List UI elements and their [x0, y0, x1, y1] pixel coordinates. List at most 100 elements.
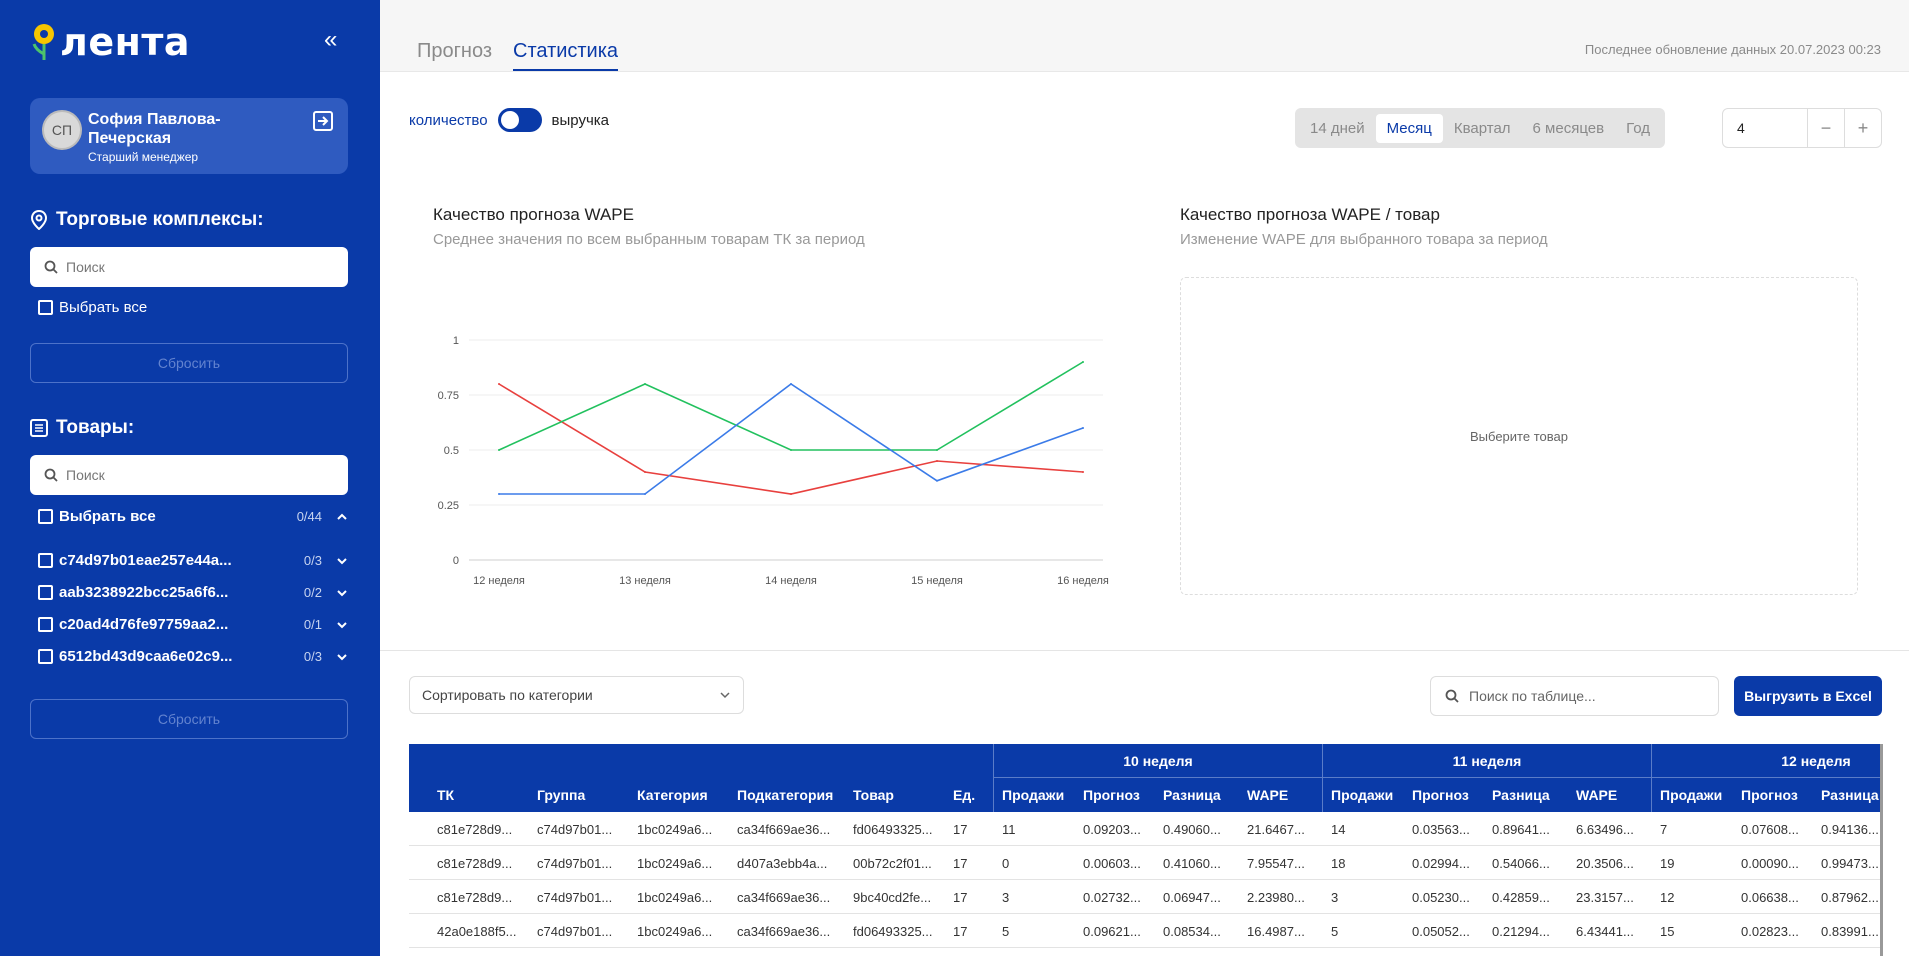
col-header-diff[interactable]: Разница [1492, 787, 1550, 803]
y-tick-label: 0.75 [438, 390, 459, 402]
col-header-diff[interactable]: Разница [1163, 787, 1221, 803]
series-1-point[interactable] [936, 449, 938, 451]
col-header-forecast[interactable]: Прогноз [1741, 787, 1798, 803]
col-header-sales[interactable]: Продажи [1331, 787, 1393, 803]
products-select-all[interactable]: Выбрать все 0/44 [38, 508, 348, 525]
table-row[interactable]: c81e728d9... c74d97b01... 1bc0249a6... d407… [409, 846, 1882, 880]
user-name: София Павлова-Печерская [88, 111, 221, 147]
product-group-item[interactable]: c74d97b01eae257e44a... 0/3 [38, 552, 348, 569]
stores-select-all[interactable]: Выбрать все [38, 299, 147, 316]
stepper-minus-button[interactable]: − [1807, 109, 1844, 147]
product-group-item[interactable]: 6512bd43d9caa6e02c9... 0/3 [38, 648, 348, 665]
col-header-sales[interactable]: Продажи [1660, 787, 1722, 803]
series-1-point[interactable] [790, 449, 792, 451]
col-header-wape[interactable]: WAPE [1576, 787, 1617, 803]
period-6-months[interactable]: 6 месяцев [1522, 114, 1616, 143]
metric-toggle-switch[interactable] [497, 108, 542, 132]
sort-select[interactable]: Сортировать по категории [409, 676, 744, 714]
sunflower-logo-icon [32, 24, 54, 60]
stepper-value[interactable]: 4 [1723, 120, 1807, 136]
table-scrollbar[interactable] [1880, 744, 1883, 956]
col-header-sales[interactable]: Продажи [1002, 787, 1064, 803]
table-header: ТК Группа Категория Подкатегория Товар Е… [409, 744, 1882, 812]
period-14-days[interactable]: 14 дней [1299, 114, 1376, 143]
product-group-checkbox[interactable] [38, 553, 53, 568]
series-2-point[interactable] [790, 383, 792, 385]
series-0-point[interactable] [498, 383, 500, 385]
chevron-up-icon[interactable] [336, 511, 348, 523]
stores-search-input[interactable] [66, 259, 326, 275]
products-search-box[interactable] [30, 455, 348, 495]
series-line-0[interactable] [498, 383, 1084, 495]
lenta-logo[interactable]: лента [30, 20, 190, 64]
table-cell: 0 [1002, 856, 1010, 871]
product-group-checkbox[interactable] [38, 585, 53, 600]
products-reset-button[interactable]: Сбросить [30, 699, 348, 739]
col-header-wape[interactable]: WAPE [1247, 787, 1288, 803]
products-search-input[interactable] [66, 467, 326, 483]
x-tick-label: 12 неделя [473, 575, 525, 587]
series-2-point[interactable] [498, 493, 500, 495]
series-2-point[interactable] [936, 479, 938, 482]
chevron-down-icon[interactable] [336, 555, 348, 567]
table-cell: d407a3ebb4a... [737, 856, 828, 871]
tab-statistics[interactable]: Статистика [513, 40, 619, 71]
logout-icon[interactable] [312, 110, 334, 132]
series-1-point[interactable] [498, 449, 500, 451]
series-line-2[interactable] [499, 383, 1084, 495]
col-header-category[interactable]: Категория [637, 787, 708, 803]
collapse-sidebar-icon[interactable]: « [324, 26, 337, 54]
series-1-point[interactable] [644, 383, 646, 385]
product-group-item[interactable]: c20ad4d76fe97759aa2... 0/1 [38, 616, 348, 633]
stepper-plus-button[interactable]: + [1844, 109, 1881, 147]
product-group-checkbox[interactable] [38, 617, 53, 632]
table-search-input[interactable] [1469, 688, 1699, 704]
col-header-diff[interactable]: Разница [1821, 787, 1879, 803]
series-0-point[interactable] [936, 460, 938, 462]
table-cell: 9bc40cd2fe... [853, 890, 932, 905]
table-search-box[interactable] [1430, 676, 1719, 716]
period-month[interactable]: Месяц [1375, 113, 1443, 143]
chevron-down-icon[interactable] [336, 587, 348, 599]
week-header-10: 10 неделя [993, 744, 1322, 778]
col-header-group[interactable]: Группа [537, 787, 585, 803]
col-header-subcategory[interactable]: Подкатегория [737, 787, 833, 803]
table-cell: 17 [953, 924, 968, 939]
table-cell: 0.05230... [1412, 890, 1470, 905]
list-icon [30, 419, 48, 437]
products-select-all-checkbox[interactable] [38, 509, 53, 524]
search-icon [44, 468, 58, 482]
week-separator [1322, 778, 1323, 812]
tab-forecast[interactable]: Прогноз [417, 40, 492, 63]
stores-select-all-checkbox[interactable] [38, 300, 53, 315]
table-cell: 42a0e188f5... [437, 924, 517, 939]
series-0-point[interactable] [790, 493, 792, 495]
table-cell: 0.87962... [1821, 890, 1879, 905]
series-1-point[interactable] [1082, 361, 1084, 363]
col-header-unit[interactable]: Ед. [953, 787, 975, 803]
series-2-point[interactable] [1082, 427, 1084, 429]
product-group-item[interactable]: aab3238922bcc25a6f6... 0/2 [38, 584, 348, 601]
table-cell: c81e728d9... [437, 822, 513, 837]
product-group-count: 0/3 [303, 649, 322, 664]
product-group-checkbox[interactable] [38, 649, 53, 664]
series-0-point[interactable] [1082, 471, 1084, 473]
stores-search-box[interactable] [30, 247, 348, 287]
col-header-product[interactable]: Товар [853, 787, 894, 803]
col-header-forecast[interactable]: Прогноз [1412, 787, 1469, 803]
period-year[interactable]: Год [1615, 114, 1661, 143]
chevron-down-icon[interactable] [336, 619, 348, 631]
col-header-tk[interactable]: ТК [437, 787, 454, 803]
stores-reset-button[interactable]: Сбросить [30, 343, 348, 383]
table-cell: 0.94136... [1821, 822, 1879, 837]
series-0-point[interactable] [644, 471, 646, 473]
table-row[interactable]: c81e728d9... c74d97b01... 1bc0249a6... ca34… [409, 812, 1882, 846]
col-header-forecast[interactable]: Прогноз [1083, 787, 1140, 803]
series-2-point[interactable] [644, 493, 646, 495]
table-row[interactable]: c81e728d9... c74d97b01... 1bc0249a6... ca34… [409, 880, 1882, 914]
chevron-down-icon[interactable] [336, 651, 348, 663]
period-quarter[interactable]: Квартал [1443, 114, 1522, 143]
export-excel-button[interactable]: Выгрузить в Excel [1734, 676, 1882, 716]
week-header-12: 12 неделя [1651, 744, 1882, 778]
table-row[interactable]: 42a0e188f5... c74d97b01... 1bc0249a6... ca3… [409, 914, 1882, 948]
